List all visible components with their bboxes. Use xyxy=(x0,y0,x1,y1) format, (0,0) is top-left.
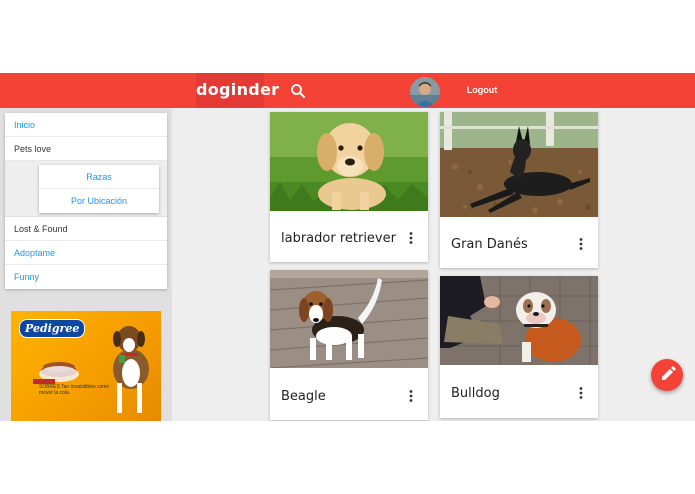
sidebar: Inicio Pets love Razas Por Ubicación Los… xyxy=(0,108,172,421)
top-bar: doginder Logout xyxy=(0,73,695,108)
card-title: labrador retriever xyxy=(281,231,396,246)
app-window: doginder Logout Inicio Pets love Razas P… xyxy=(0,73,695,421)
logout-button[interactable]: Logout xyxy=(462,73,502,108)
more-vert-icon[interactable] xyxy=(406,231,416,245)
ad-banner[interactable]: Pedigree SOBRES Tan irresistibles como m… xyxy=(11,311,161,421)
beagle-photo xyxy=(270,270,428,368)
pencil-icon xyxy=(662,366,676,380)
dog-card-bulldog[interactable]: Bulldog xyxy=(440,276,598,418)
card-title: Bulldog xyxy=(451,386,500,401)
great-dane-photo xyxy=(440,112,598,217)
card-title: Gran Danés xyxy=(451,237,528,252)
sidebar-item-lost-found[interactable]: Lost & Found xyxy=(5,217,167,241)
user-avatar[interactable] xyxy=(410,77,440,107)
sidebar-item-funny[interactable]: Funny xyxy=(5,265,167,289)
card-title: Beagle xyxy=(281,389,326,404)
bulldog-photo xyxy=(440,276,598,365)
submenu-item-razas[interactable]: Razas xyxy=(39,165,159,189)
dog-card-labrador[interactable]: labrador retriever xyxy=(270,112,428,262)
more-vert-icon[interactable] xyxy=(576,237,586,251)
dog-card-beagle[interactable]: Beagle xyxy=(270,270,428,420)
sidebar-menu: Inicio Pets love Razas Por Ubicación Los… xyxy=(5,113,167,289)
more-vert-icon[interactable] xyxy=(576,386,586,400)
submenu-item-por-ubicacion[interactable]: Por Ubicación xyxy=(39,189,159,213)
more-vert-icon[interactable] xyxy=(406,389,416,403)
dog-card-gran-danes[interactable]: Gran Danés xyxy=(440,112,598,268)
submenu-container: Razas Por Ubicación xyxy=(5,161,167,217)
search-icon[interactable] xyxy=(289,82,307,100)
ad-caption: SOBRES Tan irresistibles como mover la c… xyxy=(39,384,110,396)
sidebar-item-pets-love[interactable]: Pets love xyxy=(5,137,167,161)
create-fab-button[interactable] xyxy=(651,359,683,391)
ad-dog-image xyxy=(33,326,149,413)
sidebar-item-adoptame[interactable]: Adoptame xyxy=(5,241,167,265)
sidebar-item-inicio[interactable]: Inicio xyxy=(5,113,167,137)
labrador-photo xyxy=(270,112,428,211)
submenu: Razas Por Ubicación xyxy=(39,165,159,213)
brand-logo[interactable]: doginder xyxy=(196,73,279,108)
page: doginder Logout Inicio Pets love Razas P… xyxy=(0,0,695,494)
